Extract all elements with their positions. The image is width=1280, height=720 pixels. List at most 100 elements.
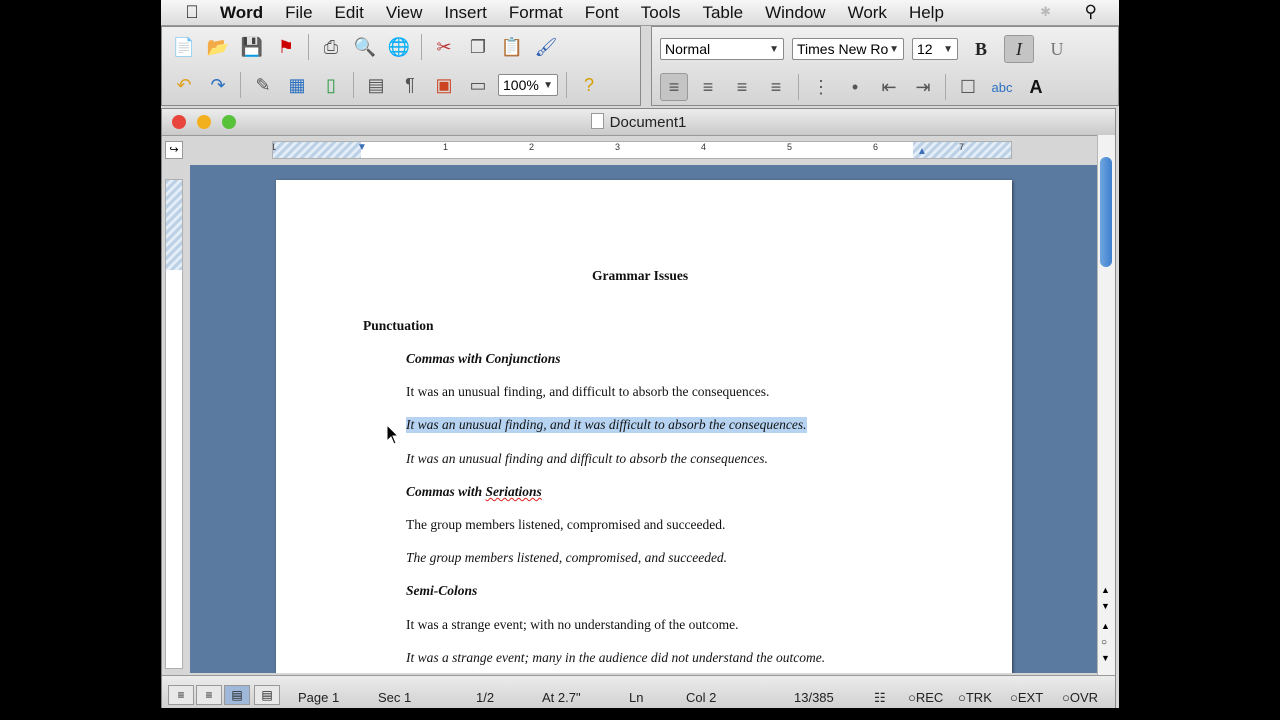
- right-indent-marker[interactable]: ▲: [917, 146, 927, 157]
- ruler-number: 7: [959, 142, 965, 152]
- document-map-icon[interactable]: ▤: [362, 71, 390, 99]
- format-painter-icon[interactable]: 🖌: [532, 33, 560, 61]
- menu-view[interactable]: View: [375, 3, 434, 23]
- toolbar-separator: [308, 34, 309, 60]
- bulleted-list-icon[interactable]: •: [841, 73, 869, 101]
- status-trk[interactable]: ○TRK: [958, 690, 992, 705]
- print-icon[interactable]: ⎙: [317, 33, 345, 61]
- status-page-count: 1/2: [476, 690, 495, 705]
- status-section: Sec 1: [378, 690, 412, 705]
- document-canvas: Grammar Issues Punctuation Commas with C…: [190, 165, 1098, 673]
- menu-help[interactable]: Help: [898, 3, 955, 23]
- justify-icon[interactable]: ≡: [762, 73, 790, 101]
- apple-icon[interactable]: : [175, 2, 209, 23]
- ruler-number: 2: [529, 142, 535, 152]
- status-ovr[interactable]: ○OVR: [1062, 690, 1102, 705]
- print-layout-view-button[interactable]: ▤: [224, 685, 250, 705]
- previous-page-icon[interactable]: ▲: [1101, 621, 1110, 631]
- menu-tools[interactable]: Tools: [630, 3, 692, 23]
- increase-indent-icon[interactable]: ⇥: [909, 73, 937, 101]
- align-center-icon[interactable]: ≡: [694, 73, 722, 101]
- style-select[interactable]: Normal ▼: [660, 38, 784, 60]
- browse-object-icon[interactable]: ○: [1101, 637, 1107, 648]
- first-line-indent-marker[interactable]: ▼: [357, 142, 367, 153]
- cut-icon[interactable]: ✂: [430, 33, 458, 61]
- font-size-select[interactable]: 12 ▼: [912, 38, 958, 60]
- columns-icon[interactable]: ▯: [317, 71, 345, 99]
- align-left-icon[interactable]: ≡: [660, 73, 688, 101]
- borders-icon[interactable]: ☐: [954, 73, 982, 101]
- notebook-view-button[interactable]: ▤: [254, 685, 280, 705]
- menu-table[interactable]: Table: [691, 3, 754, 23]
- status-rec[interactable]: ○REC: [908, 690, 943, 705]
- numbered-list-icon[interactable]: ⋮: [807, 73, 835, 101]
- flag-icon[interactable]: ⚑: [272, 33, 300, 61]
- ruler-margin-left: [273, 142, 361, 158]
- align-right-icon[interactable]: ≡: [728, 73, 756, 101]
- italic-button[interactable]: I: [1004, 35, 1034, 63]
- edit-icon[interactable]: ✎: [249, 71, 277, 99]
- open-folder-icon[interactable]: 📂: [204, 33, 232, 61]
- formatting-toolbar: Normal ▼ Times New Ro ▼ 12 ▼ B I U ≡ ≡ ≡ ≡ …: [651, 26, 1119, 106]
- chevron-down-icon: ▼: [889, 43, 899, 55]
- decrease-indent-icon[interactable]: ⇤: [875, 73, 903, 101]
- web-preview-icon[interactable]: 🌐: [385, 33, 413, 61]
- draft-view-button[interactable]: ≡: [168, 685, 194, 705]
- menu-format[interactable]: Format: [498, 3, 574, 23]
- outline-view-button[interactable]: ≡: [196, 685, 222, 705]
- toolbar-separator: [240, 72, 241, 98]
- save-icon[interactable]: 💾: [238, 33, 266, 61]
- scroll-down-icon[interactable]: ▼: [1101, 601, 1110, 611]
- bluetooth-icon[interactable]: ✱: [1040, 4, 1051, 20]
- help-icon[interactable]: ?: [575, 71, 603, 99]
- vertical-scrollbar[interactable]: ▲ ▼ ▲ ○ ▼: [1097, 135, 1115, 675]
- copy-icon[interactable]: ❐: [464, 33, 492, 61]
- paragraph: It was a strange event; with no understa…: [406, 617, 739, 632]
- menu-edit[interactable]: Edit: [324, 3, 375, 23]
- screen:  Word File Edit View Insert Format Font…: [161, 0, 1119, 708]
- spotlight-search-icon[interactable]: ⚲: [1085, 2, 1097, 22]
- chevron-down-icon: ▼: [769, 43, 779, 55]
- highlight-icon[interactable]: abc: [988, 73, 1016, 101]
- window-titlebar: Document1: [162, 109, 1115, 136]
- ruler-number: 1: [443, 142, 449, 152]
- vertical-ruler[interactable]: [165, 179, 183, 669]
- zoom-select[interactable]: 100% ▼: [498, 74, 558, 96]
- spelling-status-icon[interactable]: ☷: [874, 690, 886, 706]
- print-preview-icon[interactable]: 🔍: [351, 33, 379, 61]
- document-icon: [590, 113, 604, 129]
- menu-window[interactable]: Window: [754, 3, 836, 23]
- menu-bar:  Word File Edit View Insert Format Font…: [161, 0, 1119, 26]
- redo-icon[interactable]: ↷: [204, 71, 232, 99]
- toolbox-icon[interactable]: ▣: [430, 71, 458, 99]
- menu-font[interactable]: Font: [574, 3, 630, 23]
- next-page-icon[interactable]: ▼: [1101, 653, 1110, 663]
- status-ext[interactable]: ○EXT: [1010, 690, 1043, 705]
- undo-icon[interactable]: ↶: [170, 71, 198, 99]
- bold-button[interactable]: B: [966, 35, 996, 63]
- pilcrow-icon[interactable]: ¶: [396, 71, 424, 99]
- font-select[interactable]: Times New Ro ▼: [792, 38, 904, 60]
- ruler-number: 5: [787, 142, 793, 152]
- menu-app[interactable]: Word: [209, 3, 274, 23]
- menu-work[interactable]: Work: [837, 3, 898, 23]
- menu-file[interactable]: File: [274, 3, 323, 23]
- scroll-up-icon[interactable]: ▲: [1101, 585, 1110, 595]
- toolbar-separator: [353, 72, 354, 98]
- spelling-error[interactable]: Seriations: [486, 484, 542, 499]
- menu-insert[interactable]: Insert: [433, 3, 498, 23]
- new-document-icon[interactable]: 📄: [170, 33, 198, 61]
- standard-toolbar: 📄 📂 💾 ⚑ ⎙ 🔍 🌐 ✂ ❐ 📋 🖌 ↶ ↷ ✎ ▦ ▯ ▤ ¶ ▣ ▭: [161, 26, 641, 106]
- scrollbar-thumb[interactable]: [1100, 157, 1112, 267]
- insert-table-icon[interactable]: ▦: [283, 71, 311, 99]
- paste-icon[interactable]: 📋: [498, 33, 526, 61]
- horizontal-ruler[interactable]: 1 1 2 3 4 5 6 7 ▼ ▲: [272, 141, 1012, 159]
- status-bar: ≡ ≡ ▤ ▤ Page 1 Sec 1 1/2 At 2.7" Ln Col …: [162, 675, 1115, 708]
- status-line: Ln: [629, 690, 644, 705]
- underline-button[interactable]: U: [1042, 35, 1072, 63]
- text-box-icon[interactable]: ▭: [464, 71, 492, 99]
- toolbar-separator: [421, 34, 422, 60]
- font-color-icon[interactable]: A: [1022, 73, 1050, 101]
- ruler-toggle-icon[interactable]: ↪: [165, 141, 183, 159]
- paragraph: It was an unusual finding, and difficult…: [406, 384, 770, 399]
